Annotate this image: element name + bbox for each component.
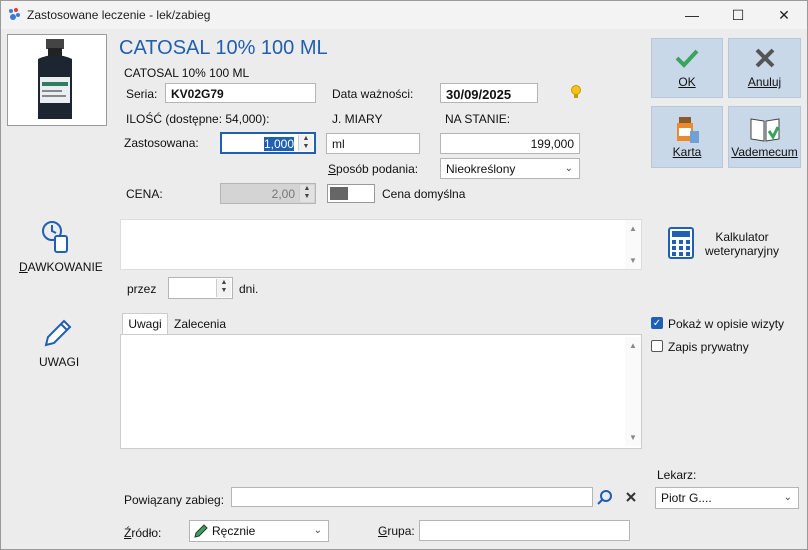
duration-spin-icon[interactable]: ▲ ▼ [216,279,231,297]
dosing-button[interactable]: DAWKOWANIE [19,260,103,274]
private-note-checkbox[interactable] [651,340,663,352]
duration-stepper[interactable]: ▲ ▼ [168,277,233,299]
window-title: Zastosowane leczenie - lek/zabieg [27,8,211,22]
doctor-value: Piotr G.... [661,491,712,505]
cancel-button[interactable]: Anuluj [728,38,801,98]
notes-panel: ▲ ▼ [120,334,642,449]
tab-zalecenia[interactable]: Zalecenia [169,315,231,334]
card-button[interactable]: Karta [651,106,723,168]
default-price-label: Cena domyślna [382,187,466,201]
product-heading: CATOSAL 10% 100 ML [119,37,328,59]
doctor-label: Lekarz: [657,468,697,482]
chevron-down-icon: ⌄ [783,492,792,503]
group-label: Grupa: [378,524,415,538]
applied-quantity-value: 1,000 [263,137,294,151]
close-button[interactable]: ✕ [761,1,807,29]
notes-textarea[interactable] [125,339,621,444]
ok-button[interactable]: OK [651,38,723,98]
price-label: CENA: [126,187,163,201]
expiry-field[interactable]: 30/09/2025 [440,83,538,103]
price-spin-icon: ▲ ▼ [299,185,314,202]
title-bar: Zastosowane leczenie - lek/zabieg — ☐ ✕ [1,1,807,29]
price-value: 2,00 [271,187,295,201]
calculator-icon[interactable] [668,227,694,259]
administration-value: Nieokreślony [446,162,516,176]
price-stepper: 2,00 ▲ ▼ [220,183,316,204]
dialog-window: Zastosowane leczenie - lek/zabieg — ☐ ✕ … [0,0,808,550]
source-label: Źródło: [124,526,162,540]
vademecum-button[interactable]: Vademecum [728,106,801,168]
doctor-dropdown[interactable]: Piotr G.... ⌄ [655,487,799,509]
minimize-button[interactable]: — [669,1,715,29]
applied-label: Zastosowana: [124,136,199,150]
app-paw-icon [9,8,20,20]
duration-suffix: dni. [239,282,259,296]
expiry-label: Data ważności: [332,87,414,101]
quantity-label: ILOŚĆ (dostępne: 54,000): [126,112,270,126]
ok-label: OK [678,75,696,89]
tab-uwagi[interactable]: Uwagi [122,313,168,334]
stock-label: NA STANIE: [445,112,511,126]
private-note-label: Zapis prywatny [668,340,749,354]
stock-field: 199,000 [440,133,580,154]
group-field[interactable] [419,520,630,541]
seria-field[interactable]: KV02G79 [165,83,316,103]
maximize-button[interactable]: ☐ [715,1,761,29]
dosing-textarea[interactable]: ▲ ▼ [120,219,642,270]
source-value: Ręcznie [212,524,256,538]
medicine-bottle-icon [38,39,72,119]
notes-button[interactable]: UWAGI [39,355,79,369]
quantity-spin-icon[interactable]: ▲ ▼ [298,135,313,151]
toggle-knob [330,187,348,200]
book-icon [750,118,779,142]
applied-quantity-stepper[interactable]: 1,000 ▲ ▼ [220,132,316,154]
administration-dropdown[interactable]: Nieokreślony ⌄ [440,158,580,179]
seria-label: Seria: [126,87,158,101]
checkmark-icon [675,49,699,68]
chevron-down-icon: ⌄ [313,525,322,536]
show-in-visit-checkbox[interactable]: ✓ [651,317,663,329]
notes-scrollbar[interactable]: ▲ ▼ [625,337,641,446]
vademecum-label: Vademecum [731,145,798,159]
edit-pencil-icon [194,524,208,538]
source-dropdown[interactable]: Ręcznie ⌄ [189,520,329,542]
cancel-label: Anuluj [747,75,782,89]
clear-icon[interactable] [625,491,637,503]
chevron-down-icon: ⌄ [564,163,573,174]
cross-icon [755,48,774,68]
duration-prefix: przez [127,282,157,296]
pencil-icon[interactable] [42,317,74,349]
product-image [7,34,107,126]
lightbulb-icon[interactable] [570,84,582,100]
unit-field[interactable]: ml [326,133,420,154]
administration-label: Sposób podania: [328,162,419,176]
calculator-button-label[interactable]: Kalkulator weterynaryjny [699,230,785,258]
default-price-toggle[interactable] [327,184,375,203]
product-subheading: CATOSAL 10% 100 ML [124,66,250,80]
search-icon[interactable] [597,489,613,505]
medicine-card-icon [677,117,699,143]
related-field[interactable] [231,487,593,507]
show-in-visit-label: Pokaż w opisie wizyty [668,317,785,331]
related-label: Powiązany zabieg: [124,493,225,507]
card-label: Karta [672,145,702,159]
unit-label: J. MIARY [332,112,383,126]
dosing-scrollbar[interactable]: ▲ ▼ [625,220,641,269]
dosing-clock-icon[interactable] [41,220,71,254]
